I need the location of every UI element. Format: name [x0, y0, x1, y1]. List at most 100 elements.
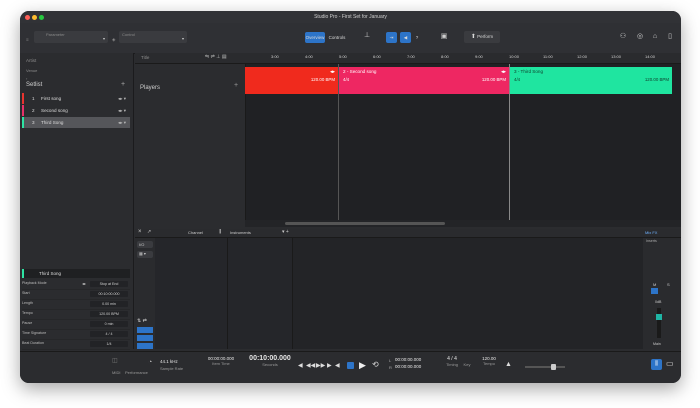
tab-overview[interactable]: Overview	[305, 32, 325, 43]
venue-label[interactable]: Venue	[26, 68, 37, 73]
seconds-label: Seconds	[262, 362, 278, 367]
position-value: 00:10:00.000	[249, 355, 291, 362]
setlist-label: Setlist	[26, 82, 43, 88]
autoscroll-icon[interactable]: ◀	[400, 32, 411, 43]
start-field[interactable]: 00:10:00.000	[90, 290, 128, 297]
control-dropdown[interactable]: Control ▾	[119, 31, 187, 43]
stop-button[interactable]	[347, 362, 354, 369]
io-label: I/O	[139, 242, 145, 247]
browser-toggle-icon[interactable]: ▭	[666, 359, 674, 368]
console-view-button[interactable]	[137, 335, 153, 341]
control-label: Control	[122, 32, 135, 37]
song-options-icon[interactable]: ◂▸ ▾	[118, 117, 126, 128]
monitor-button[interactable]	[651, 288, 658, 294]
grid-icon: ▦ ▾	[139, 251, 146, 256]
midi-label: MIDI	[112, 370, 121, 375]
ruler-tick: 14:00	[645, 54, 656, 59]
expand-icon[interactable]: ›	[26, 76, 27, 81]
solo-button[interactable]: S	[667, 282, 670, 287]
volume-fader[interactable]	[656, 308, 662, 338]
snap-icon[interactable]: ⊥	[362, 31, 372, 41]
inspector-label: Playback Mode	[22, 281, 47, 285]
song-options-icon[interactable]: ◂▸ ▾	[118, 93, 126, 104]
view-dropdown[interactable]: ▦ ▾	[137, 251, 153, 258]
volume-slider[interactable]	[525, 364, 565, 370]
cloud-icon[interactable]: ◎	[635, 32, 645, 42]
sample-rate-label: Sample Rate	[160, 366, 184, 371]
io-dropdown[interactable]: I/O	[137, 241, 153, 248]
ruler-tick: 5:00	[339, 54, 347, 59]
loop-end-value[interactable]: 00:00:00.000	[395, 364, 421, 369]
channel-icon[interactable]: ⫼	[219, 229, 221, 235]
user-icon[interactable]: ⚇	[618, 32, 628, 42]
mute-button[interactable]: M	[653, 282, 656, 287]
artist-label[interactable]: Artist	[26, 58, 36, 63]
performance-icon: ◔	[148, 359, 153, 366]
main-channel-strip: Inserts M S 0dB Main	[643, 238, 681, 349]
rewind-icon[interactable]: ◀◀	[306, 362, 315, 369]
play-button[interactable]: ▶	[359, 360, 366, 371]
film-icon[interactable]: ▣	[439, 32, 449, 42]
home-icon[interactable]: ⌂	[650, 32, 660, 42]
add-instrument-button[interactable]: ▾ +	[282, 229, 289, 235]
inspector-header: Third Song	[22, 269, 130, 278]
tempo-field[interactable]: 120.00 BPM	[90, 310, 128, 317]
position-display[interactable]: 00:10:00.000 Seconds	[247, 355, 293, 367]
key-label: Key	[463, 362, 471, 367]
song-name: Second song	[41, 108, 68, 113]
mixer-toggle-icon[interactable]: ⫼	[651, 359, 662, 370]
fader-handle[interactable]	[656, 314, 662, 320]
rewind-to-start-icon[interactable]: ◀	[298, 362, 303, 369]
console-tools-icon[interactable]: ⇅ ⇄	[137, 318, 153, 324]
key-display[interactable]: Key	[460, 356, 474, 367]
playhead[interactable]	[509, 64, 510, 227]
ruler-tick: 13:00	[611, 54, 622, 59]
loop-icon[interactable]: ⟲	[372, 360, 379, 369]
song-color-bar	[22, 93, 24, 104]
horizontal-scrollbar[interactable]	[245, 220, 681, 227]
perform-button[interactable]: ⬆ Perform	[464, 31, 500, 43]
browser-icon[interactable]: ▯	[665, 32, 675, 42]
parameter-dropdown[interactable]: Parameter ▾	[34, 31, 108, 43]
skip-forward-icon[interactable]: ▶	[327, 362, 332, 369]
inserts-label[interactable]: Inserts	[646, 239, 657, 243]
time-signature-field[interactable]: 4 / 4	[90, 330, 128, 337]
song-block-2[interactable]: 2 - Second song 4/4 ◂▸ 120.00 BPM	[339, 67, 509, 94]
inspector-label: Start	[22, 291, 30, 295]
metronome-icon[interactable]: ▲	[505, 361, 512, 368]
timeline-ruler[interactable]: Title ⇋ ⇌ ⊥ ▤ 3:00 4:00 5:00 6:00 7:00 8…	[135, 53, 681, 64]
setlist-song-row-selected[interactable]: 3 Third Song ◂▸ ▾	[22, 117, 130, 128]
transport-bar: ◫ MIDI Performance ◔ 44.1 kHz Sample Rat…	[20, 351, 681, 383]
track-tools-icon[interactable]: ⇋ ⇌ ⊥ ▤	[205, 54, 227, 60]
tab-controls[interactable]: Controls	[326, 32, 348, 43]
volume-slider-thumb[interactable]	[551, 364, 556, 370]
close-icon[interactable]: ×	[138, 229, 142, 235]
ruler-tick: 9:00	[475, 54, 483, 59]
ruler-tick: 12:00	[577, 54, 588, 59]
console-view-button[interactable]	[137, 343, 153, 349]
inspector-label: Time Signature	[22, 331, 47, 335]
add-player-button[interactable]: +	[234, 82, 238, 89]
loop-start-value[interactable]: 00:00:00.000	[395, 357, 421, 362]
scrollbar-thumb[interactable]	[285, 222, 445, 225]
playback-mode-select[interactable]: Stop at End	[90, 280, 128, 287]
console-view-button[interactable]	[137, 327, 153, 333]
song-color-bar	[22, 105, 24, 116]
setlist-song-row[interactable]: 2 Second song ◂▸ ▾	[22, 105, 130, 116]
add-song-button[interactable]: +	[121, 81, 125, 88]
beat-duration-field[interactable]: 1/4	[90, 340, 128, 347]
skip-back-icon[interactable]: ◀	[335, 362, 340, 369]
ruler-tick: 8:00	[441, 54, 449, 59]
mix-fx-label[interactable]: Mix FX	[645, 230, 657, 235]
loop-follow-icon[interactable]: ⇥	[386, 32, 397, 43]
song-block-1[interactable]: ◂▸ 120.00 BPM	[245, 67, 338, 94]
pause-field[interactable]: 0 min	[90, 320, 128, 327]
help-button[interactable]: ?	[413, 32, 421, 43]
song-block-3[interactable]: 3 - Third Song 4/4 120.00 BPM	[510, 67, 672, 94]
fast-forward-icon[interactable]: ▶▶	[316, 362, 325, 369]
tempo-display[interactable]: 120.00 Tempo	[476, 356, 502, 366]
setlist-song-row[interactable]: 1 First song ◂▸ ▾	[22, 93, 130, 104]
song-options-icon[interactable]: ◂▸ ▾	[118, 105, 126, 116]
length-field[interactable]: 0.00 min	[90, 300, 128, 307]
expand-arrow-icon[interactable]: ↗	[147, 229, 151, 235]
